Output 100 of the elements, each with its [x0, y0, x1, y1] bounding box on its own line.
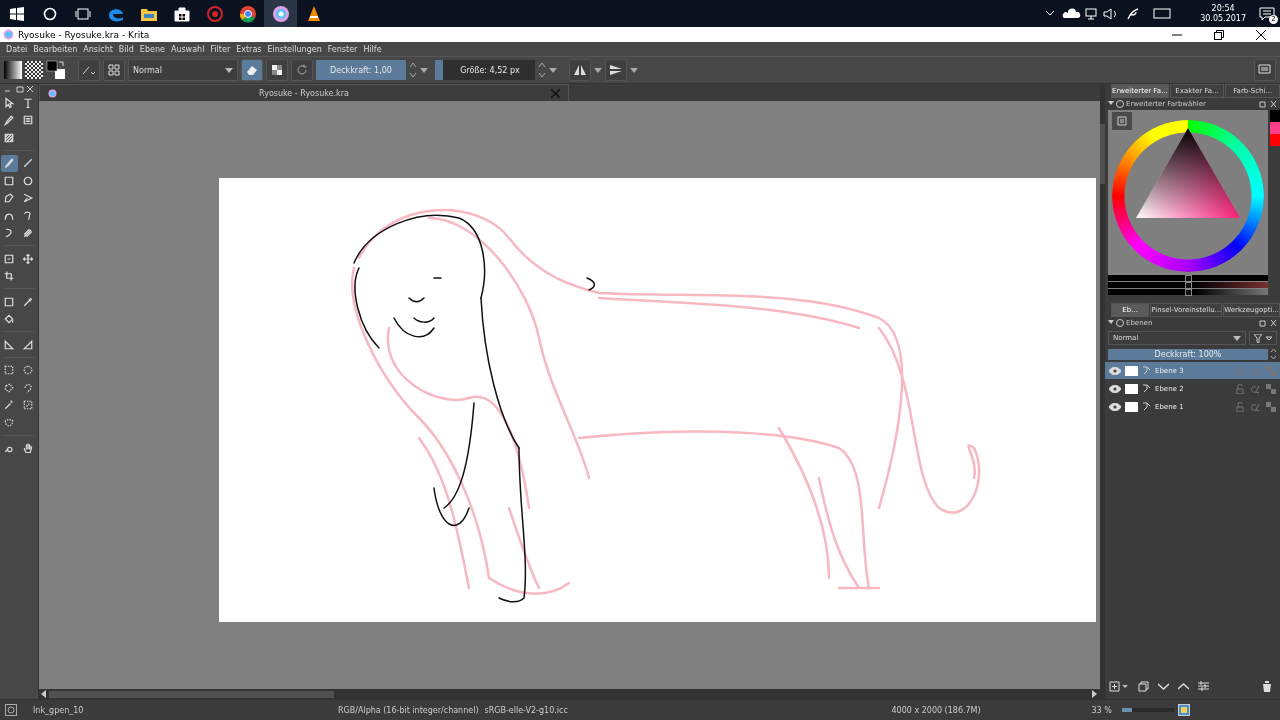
bucket-icon — [3, 313, 16, 325]
color-model: RGB/Alpha (16-bit integer/channel) — [338, 705, 479, 715]
circle-icon — [42, 6, 57, 21]
alpha-lock-button[interactable] — [266, 59, 288, 81]
panel-controls-icon[interactable] — [1259, 319, 1277, 327]
filter-button[interactable] — [1249, 331, 1277, 345]
layer-thumbnail — [1125, 401, 1138, 412]
mirror-horizontal-button[interactable] — [569, 59, 591, 81]
polygon-icon — [3, 192, 16, 204]
window-icon — [1258, 64, 1272, 76]
trash-icon[interactable] — [1262, 680, 1272, 692]
ellipse-select-icon — [22, 364, 35, 376]
menu-item[interactable]: Bearbeiten — [30, 44, 81, 54]
mirror-icon — [573, 64, 587, 76]
message-icon — [1259, 6, 1275, 21]
panel-controls-icon[interactable] — [4, 85, 34, 93]
assistant-icon — [22, 338, 35, 351]
menu-item[interactable]: Auswahl — [167, 44, 208, 54]
spin-buttons[interactable] — [538, 60, 546, 80]
mirror-icon — [609, 64, 623, 76]
text-icon — [22, 96, 35, 109]
magic-wand-icon — [3, 399, 16, 411]
collapse-icon[interactable] — [1108, 100, 1124, 108]
list-icon — [22, 114, 35, 126]
color-slider[interactable] — [1108, 289, 1268, 295]
size-slider[interactable]: Größe: 4,52 px — [435, 60, 535, 80]
tool-button[interactable] — [1, 154, 18, 172]
caret-icon[interactable] — [549, 67, 557, 73]
menu-item[interactable]: Extras — [233, 44, 265, 54]
layer-thumbnail — [1125, 365, 1138, 376]
gradient-button[interactable] — [4, 61, 22, 79]
opacity-slider[interactable]: Deckkraft: 1,00 — [316, 60, 406, 80]
clock-date: 30.05.2017 — [1200, 13, 1246, 24]
checker-icon — [271, 64, 283, 76]
caret-icon — [225, 67, 233, 73]
menu-item[interactable]: Ansicht — [80, 44, 116, 54]
color-slider[interactable] — [1108, 282, 1268, 288]
caret-icon[interactable] — [420, 67, 428, 73]
menu-item[interactable]: Datei — [3, 44, 31, 54]
color-swatch[interactable] — [1270, 134, 1280, 146]
menu-item[interactable]: Ebene — [136, 44, 168, 54]
color-slider[interactable] — [1108, 275, 1268, 281]
brush-stroke-icon — [82, 64, 96, 76]
scroll-right-icon[interactable] — [1092, 690, 1098, 698]
add-layer-icon[interactable] — [1109, 680, 1129, 692]
blend-mode-dropdown[interactable]: Normal — [128, 59, 238, 81]
workspace-button[interactable] — [1254, 59, 1276, 81]
scrollbar-thumb[interactable] — [1100, 124, 1105, 184]
move-up-icon[interactable] — [1178, 682, 1189, 690]
pattern-button[interactable] — [25, 61, 43, 79]
move-down-icon[interactable] — [1158, 682, 1169, 690]
color-swatch[interactable] — [1270, 122, 1280, 134]
taskbar-app[interactable] — [264, 0, 297, 27]
ruler-icon — [3, 338, 16, 351]
move-icon — [22, 252, 35, 265]
menu-item[interactable]: Filter — [207, 44, 234, 54]
brush-preset-icon[interactable] — [5, 704, 17, 716]
bezier-select-icon — [3, 416, 16, 429]
scrollbar-thumb[interactable] — [48, 690, 334, 698]
grid-button[interactable] — [103, 59, 125, 81]
eye-icon[interactable] — [1109, 402, 1121, 411]
eraser-button[interactable] — [241, 59, 263, 81]
rectangle-icon — [3, 174, 16, 187]
color-swatch[interactable] — [1270, 110, 1280, 122]
fit-icon[interactable] — [1177, 704, 1190, 716]
menu-item[interactable]: Hilfe — [360, 44, 385, 54]
brush-name: Ink_gpen_10 — [33, 705, 85, 715]
spin-buttons[interactable] — [409, 60, 417, 80]
caret-icon[interactable] — [630, 67, 638, 73]
line-icon — [22, 157, 35, 169]
app-icon — [3, 29, 14, 40]
menu-item[interactable]: Bild — [115, 44, 137, 54]
zoom-level: 33 % — [1091, 705, 1112, 715]
menu-item[interactable]: Fenster — [324, 44, 361, 54]
lasso-icon — [22, 381, 35, 394]
color-profile: sRGB-elle-V2-g10.icc — [484, 705, 569, 715]
multibrush-icon — [22, 227, 35, 239]
mirror-vertical-button[interactable] — [605, 59, 627, 81]
pointer-icon — [3, 96, 16, 109]
layer-type-icon — [1142, 401, 1151, 412]
color-swatch-icon[interactable] — [46, 60, 66, 80]
collapse-icon[interactable] — [1108, 319, 1124, 327]
properties-icon[interactable] — [1198, 681, 1209, 691]
panel-controls-icon[interactable] — [1259, 100, 1277, 108]
grid-icon — [108, 64, 120, 76]
caret-icon[interactable] — [594, 67, 602, 73]
document-icon — [47, 88, 57, 98]
eye-icon[interactable] — [1109, 384, 1121, 393]
color-triangle[interactable] — [1136, 128, 1240, 218]
layer-flags-icon[interactable] — [1236, 383, 1276, 394]
spin-buttons[interactable] — [1270, 348, 1277, 360]
menu-item[interactable]: Einstellungen — [264, 44, 325, 54]
duplicate-icon[interactable] — [1138, 680, 1149, 692]
brush-preset-button[interactable] — [78, 59, 100, 81]
eye-icon[interactable] — [1109, 366, 1121, 375]
close-icon — [1256, 29, 1266, 40]
layer-flags-icon[interactable] — [1236, 401, 1276, 412]
hand-icon — [22, 442, 35, 454]
task-view-icon — [74, 7, 91, 20]
opacity-slider[interactable]: Deckkraft: 100% — [1108, 348, 1268, 360]
